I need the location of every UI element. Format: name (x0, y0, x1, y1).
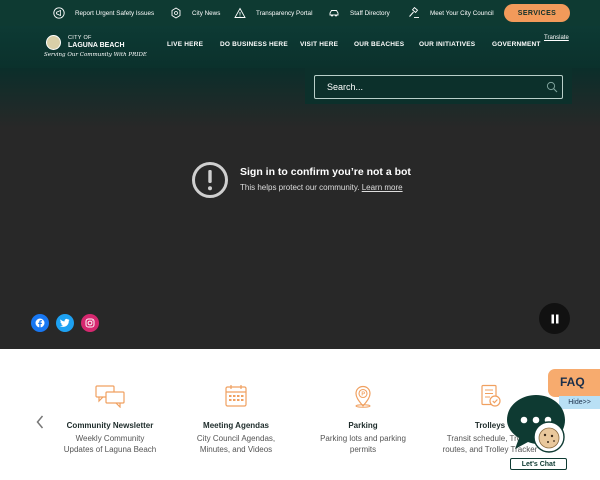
warning-icon (233, 6, 247, 20)
video-signin-message: Sign in to confirm you’re not a bot This… (191, 161, 431, 201)
quick-link-newsletter[interactable]: Community Newsletter Weekly Community Up… (60, 384, 160, 455)
pause-icon (551, 314, 558, 323)
util-news-label: City News (192, 9, 221, 17)
nav-our-beaches[interactable]: OUR BEACHES (354, 41, 404, 48)
nav-do-business[interactable]: DO BUSINESS HERE (220, 41, 288, 48)
util-staff-label: Staff Directory (350, 9, 390, 17)
util-report-safety[interactable]: Report Urgent Safety Issues (52, 5, 154, 21)
card-description: Parking lots and parking permits (320, 434, 406, 454)
svg-text:P: P (361, 392, 365, 398)
gavel-icon (407, 6, 421, 20)
video-subtitle-text: This helps protect our community. (240, 183, 360, 192)
util-transparency-label: Transparency Portal (256, 9, 313, 17)
quick-link-parking[interactable]: P Parking Parking lots and parking permi… (313, 384, 413, 455)
twitter-button[interactable] (56, 314, 74, 332)
search-panel (305, 68, 572, 104)
parking-pin-icon: P (355, 385, 371, 408)
chevron-left-icon (36, 415, 44, 429)
card-description: City Council Agendas, Minutes, and Video… (196, 434, 276, 454)
nav-live-here[interactable]: LIVE HERE (167, 41, 203, 48)
carousel-prev-button[interactable] (36, 415, 44, 432)
util-transparency[interactable]: Transparency Portal (233, 5, 312, 21)
exclamation-icon (192, 162, 228, 198)
twitter-icon (60, 318, 70, 327)
instagram-button[interactable] (81, 314, 99, 332)
lets-chat-button[interactable]: Let's Chat (510, 458, 567, 470)
facebook-icon (35, 318, 45, 328)
faq-label: FAQ (560, 375, 585, 389)
util-report-label: Report Urgent Safety Issues (75, 9, 155, 17)
card-title: Community Newsletter (66, 421, 154, 430)
document-check-icon (481, 384, 501, 407)
logo-tagline: Serving Our Community With PRIDE (44, 52, 147, 58)
services-button[interactable]: SERVICES (504, 4, 570, 22)
nav-visit-here[interactable]: VISIT HERE (300, 41, 338, 48)
util-meet-council[interactable]: Meet Your City Council (407, 5, 494, 21)
nav-government[interactable]: GOVERNMENT (492, 41, 541, 48)
logo-name-text: LAGUNA BEACH (68, 42, 125, 49)
news-icon (169, 6, 183, 20)
megaphone-icon (52, 6, 66, 20)
search-input[interactable] (314, 75, 563, 99)
calendar-icon (225, 385, 247, 407)
car-icon (327, 6, 341, 20)
chat-bubbles-icon (95, 385, 125, 408)
search-icon[interactable] (546, 81, 558, 93)
facebook-button[interactable] (31, 314, 49, 332)
hero-video: Sign in to confirm you’re not a bot This… (0, 68, 600, 349)
logo-city-text: CITY OF (68, 35, 92, 41)
translate-link[interactable]: Translate (544, 35, 569, 41)
nav-our-initiatives[interactable]: OUR INITIATIVES (419, 41, 475, 48)
util-city-news[interactable]: City News (169, 5, 220, 21)
main-header: CITY OF LAGUNA BEACH Serving Our Communi… (0, 26, 600, 68)
util-staff-directory[interactable]: Staff Directory (327, 5, 390, 21)
video-message-title: Sign in to confirm you’re not a bot (240, 166, 411, 178)
card-description: Weekly Community Updates of Laguna Beach (63, 434, 157, 454)
card-title: Meeting Agendas (203, 421, 269, 430)
learn-more-link[interactable]: Learn more (362, 183, 403, 192)
instagram-icon (85, 318, 95, 328)
quick-link-agendas[interactable]: Meeting Agendas City Council Agendas, Mi… (186, 384, 286, 455)
video-message-subtitle: This helps protect our community. Learn … (240, 183, 403, 192)
utility-bar: Report Urgent Safety Issues City News Tr… (0, 0, 600, 26)
pause-button[interactable] (539, 303, 570, 334)
util-council-label: Meet Your City Council (430, 9, 494, 17)
card-title: Parking (348, 421, 378, 430)
city-seal-icon (46, 35, 61, 50)
